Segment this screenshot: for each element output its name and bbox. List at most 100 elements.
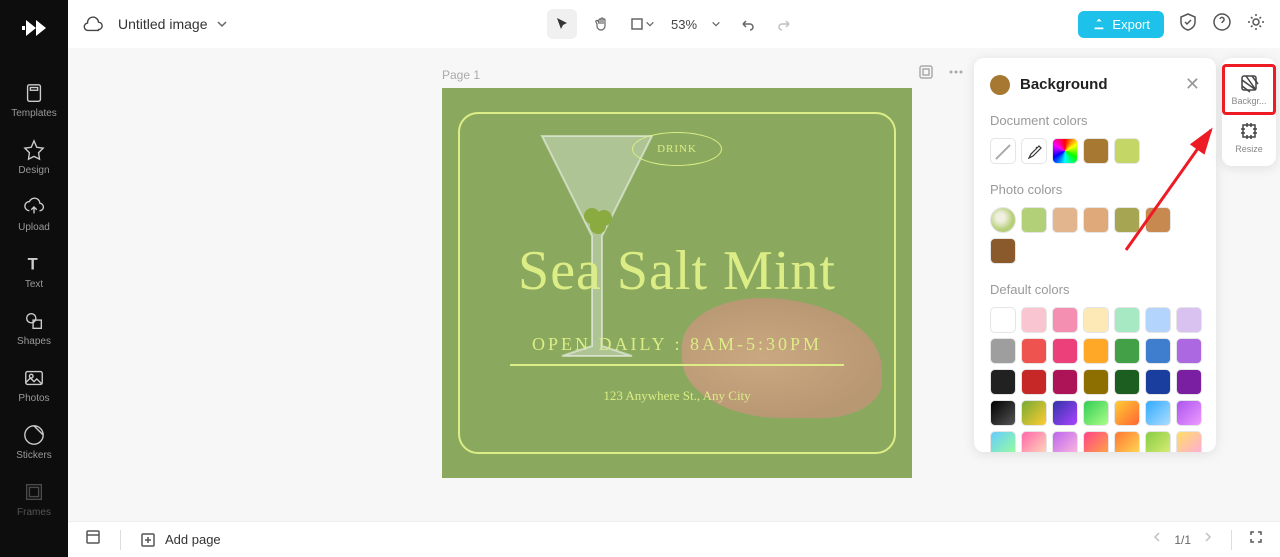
color-swatch[interactable] bbox=[1052, 431, 1078, 452]
color-swatch[interactable] bbox=[1114, 207, 1140, 233]
background-panel: Background ✕ Document colors Photo color… bbox=[974, 58, 1216, 452]
sidebar-item-label: Frames bbox=[17, 507, 51, 518]
sidebar-item-upload[interactable]: Upload bbox=[0, 186, 68, 243]
cloud-save-icon[interactable] bbox=[82, 13, 104, 35]
divider bbox=[510, 364, 844, 366]
color-swatch[interactable] bbox=[990, 307, 1016, 333]
color-swatch[interactable] bbox=[1176, 307, 1202, 333]
color-swatch[interactable] bbox=[1114, 400, 1140, 426]
more-options-icon[interactable] bbox=[948, 64, 964, 85]
redo-button[interactable] bbox=[771, 9, 801, 39]
current-bg-swatch bbox=[990, 75, 1010, 95]
left-sidebar: Templates Design Upload T Text Shapes Ph… bbox=[0, 0, 68, 557]
document-title[interactable]: Untitled image bbox=[118, 16, 228, 32]
prev-page-icon[interactable] bbox=[1150, 530, 1164, 549]
settings-icon[interactable] bbox=[1246, 12, 1266, 37]
color-swatch[interactable] bbox=[1145, 338, 1171, 364]
sidebar-item-text[interactable]: T Text bbox=[0, 243, 68, 300]
rs-item-label: Resize bbox=[1235, 144, 1263, 154]
color-swatch[interactable] bbox=[990, 207, 1016, 233]
color-swatch[interactable] bbox=[1021, 431, 1047, 452]
pages-panel-icon[interactable] bbox=[84, 528, 102, 551]
color-swatch[interactable] bbox=[1083, 431, 1109, 452]
color-swatch[interactable] bbox=[1083, 369, 1109, 395]
color-swatch[interactable] bbox=[1083, 307, 1109, 333]
color-picker-swatch[interactable] bbox=[1052, 138, 1078, 164]
top-bar: Untitled image 53% Export bbox=[68, 0, 1280, 48]
photo-colors-row bbox=[990, 207, 1200, 264]
color-swatch[interactable] bbox=[1021, 338, 1047, 364]
canvas-page[interactable]: DRINK Sea Salt Mint OPEN DAILY : 8AM-5:3… bbox=[442, 88, 912, 478]
color-swatch[interactable] bbox=[1145, 307, 1171, 333]
color-swatch[interactable] bbox=[1145, 207, 1171, 233]
color-swatch[interactable] bbox=[1021, 207, 1047, 233]
add-page-button[interactable]: Add page bbox=[139, 531, 221, 549]
document-colors-row bbox=[990, 138, 1200, 164]
sidebar-item-label: Upload bbox=[18, 222, 50, 233]
color-swatch[interactable] bbox=[1114, 138, 1140, 164]
sidebar-item-frames[interactable]: Frames bbox=[0, 471, 68, 528]
color-swatch[interactable] bbox=[1052, 400, 1078, 426]
crop-tool[interactable] bbox=[627, 9, 657, 39]
color-swatch[interactable] bbox=[1176, 369, 1202, 395]
color-swatch[interactable] bbox=[1176, 400, 1202, 426]
color-swatch[interactable] bbox=[1052, 338, 1078, 364]
undo-button[interactable] bbox=[731, 9, 761, 39]
close-icon[interactable]: ✕ bbox=[1185, 74, 1200, 95]
zoom-level[interactable]: 53% bbox=[667, 17, 701, 32]
expand-page-icon[interactable] bbox=[918, 64, 934, 85]
title-text: Untitled image bbox=[118, 16, 208, 32]
color-swatch[interactable] bbox=[1114, 307, 1140, 333]
sidebar-item-shapes[interactable]: Shapes bbox=[0, 300, 68, 357]
color-swatch[interactable] bbox=[1021, 369, 1047, 395]
sidebar-item-design[interactable]: Design bbox=[0, 129, 68, 186]
chevron-down-icon bbox=[645, 19, 655, 29]
color-swatch[interactable] bbox=[1083, 400, 1109, 426]
hand-tool[interactable] bbox=[587, 9, 617, 39]
export-button[interactable]: Export bbox=[1078, 11, 1164, 38]
color-swatch[interactable] bbox=[1145, 431, 1171, 452]
next-page-icon[interactable] bbox=[1201, 530, 1215, 549]
help-icon[interactable] bbox=[1212, 12, 1232, 37]
no-color-swatch[interactable] bbox=[990, 138, 1016, 164]
panel-title: Background bbox=[1020, 76, 1175, 93]
chevron-down-icon[interactable] bbox=[711, 19, 721, 29]
color-swatch[interactable] bbox=[1114, 338, 1140, 364]
color-swatch[interactable] bbox=[1083, 207, 1109, 233]
rs-item-label: Backgr... bbox=[1231, 96, 1266, 106]
color-swatch[interactable] bbox=[990, 369, 1016, 395]
color-swatch[interactable] bbox=[1145, 400, 1171, 426]
color-swatch[interactable] bbox=[1052, 369, 1078, 395]
color-swatch[interactable] bbox=[1052, 207, 1078, 233]
bottom-bar: Add page 1/1 bbox=[68, 521, 1280, 557]
add-page-icon bbox=[139, 531, 157, 549]
section-label-photo: Photo colors bbox=[990, 182, 1200, 197]
sidebar-item-stickers[interactable]: Stickers bbox=[0, 414, 68, 471]
color-swatch[interactable] bbox=[1052, 307, 1078, 333]
color-swatch[interactable] bbox=[1021, 400, 1047, 426]
color-swatch[interactable] bbox=[1083, 138, 1109, 164]
select-tool[interactable] bbox=[547, 9, 577, 39]
section-label-document: Document colors bbox=[990, 113, 1200, 128]
sidebar-item-photos[interactable]: Photos bbox=[0, 357, 68, 414]
right-sidebar-background[interactable]: Backgr... bbox=[1222, 64, 1276, 115]
color-swatch[interactable] bbox=[1083, 338, 1109, 364]
fullscreen-icon[interactable] bbox=[1248, 529, 1264, 550]
color-swatch[interactable] bbox=[1114, 431, 1140, 452]
color-swatch[interactable] bbox=[1145, 369, 1171, 395]
shield-icon[interactable] bbox=[1178, 12, 1198, 37]
color-swatch[interactable] bbox=[1176, 338, 1202, 364]
eyedropper-tool[interactable] bbox=[1021, 138, 1047, 164]
color-swatch[interactable] bbox=[1021, 307, 1047, 333]
right-sidebar-resize[interactable]: Resize bbox=[1222, 115, 1276, 160]
color-swatch[interactable] bbox=[990, 400, 1016, 426]
color-swatch[interactable] bbox=[990, 431, 1016, 452]
text-icon: T bbox=[23, 253, 45, 275]
color-swatch[interactable] bbox=[1176, 431, 1202, 452]
color-swatch[interactable] bbox=[1114, 369, 1140, 395]
app-logo[interactable] bbox=[18, 12, 50, 44]
color-swatch[interactable] bbox=[990, 238, 1016, 264]
color-swatch[interactable] bbox=[990, 338, 1016, 364]
sidebar-item-templates[interactable]: Templates bbox=[0, 72, 68, 129]
design-icon bbox=[23, 139, 45, 161]
